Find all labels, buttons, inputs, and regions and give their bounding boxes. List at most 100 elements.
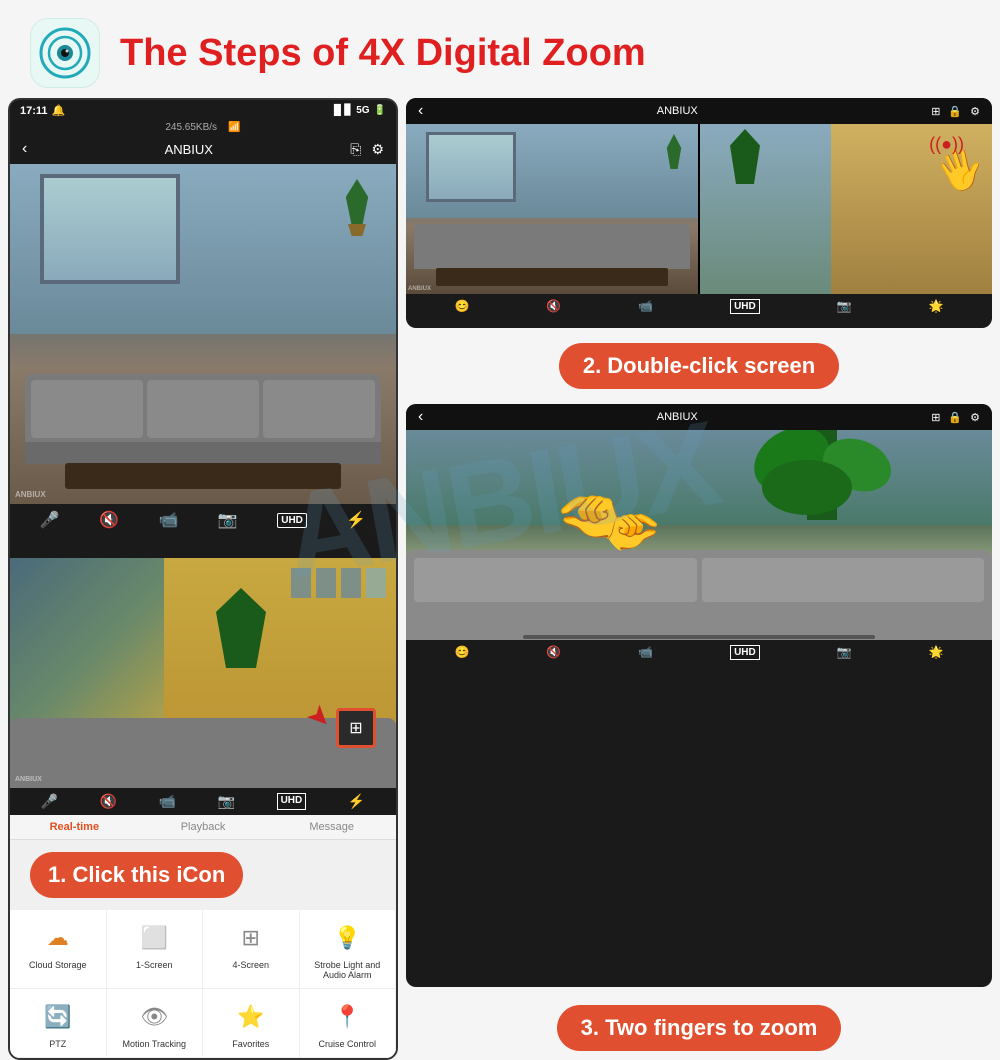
pinch-hand-2: 🤏 (602, 501, 666, 563)
lightning-icon-2[interactable]: ⚡ (348, 793, 365, 810)
four-screen-label: 4-Screen (232, 960, 269, 970)
zoomed-actions: ⊞ 🔒 ⚙ (931, 411, 980, 424)
phone-second-view: ⊞ ➤ ANBIUX 🎤 🔇 📹 📷 UHD ⚡ (8, 558, 398, 815)
left-sofa (414, 224, 690, 269)
grid-icon-zoom[interactable]: ⊞ (931, 411, 940, 424)
back-icon[interactable]: ‹ (22, 140, 27, 158)
brightness-zoom[interactable]: 🌟 (929, 645, 944, 660)
bell-icon: 🔔 (52, 104, 66, 117)
plant-pot (348, 224, 366, 236)
uhd-ctrl[interactable]: UHD (730, 299, 760, 314)
battery-indicator: 🔋 (374, 105, 386, 116)
mic-icon[interactable]: 🎤 (40, 510, 60, 530)
zoom-sofa-cushions (406, 550, 992, 610)
dual-right-view: 🖐 ((●)) (700, 124, 992, 294)
tab-playback[interactable]: Playback (139, 819, 268, 835)
grid-item-favorites[interactable]: ⭐ Favorites (203, 989, 300, 1058)
photo-icon-2[interactable]: 📷 (218, 793, 235, 810)
uhd-button[interactable]: UHD (277, 513, 307, 528)
grid-item-4screen[interactable]: ⊞ 4-Screen (203, 910, 300, 989)
camera-controls: 🎤 🔇 📹 📷 UHD ⚡ (10, 504, 396, 536)
face-icon-zoom[interactable]: 😊 (454, 645, 469, 660)
zoomed-title: ANBIUX (657, 411, 698, 423)
grid-item-ptz[interactable]: 🔄 PTZ (10, 989, 107, 1058)
status-right: ▐▌▊ 5G 🔋 (330, 105, 386, 116)
left-column: 17:11 🔔 ▐▌▊ 5G 🔋 245.65KB/s 📶 ‹ ANBIUX ⎘ (8, 98, 398, 1060)
face-icon-ctrl[interactable]: 😊 (454, 299, 469, 314)
status-left: 17:11 🔔 (20, 104, 65, 117)
window (40, 174, 180, 284)
strobe-label: Strobe Light and Audio Alarm (304, 960, 392, 980)
grid-icon-dual[interactable]: ⊞ (931, 105, 940, 118)
settings-icon-zoom[interactable]: ⚙ (970, 411, 980, 424)
wifi-icon: 📶 (228, 122, 240, 133)
plant-leaves (343, 179, 371, 224)
lightning-icon[interactable]: ⚡ (346, 510, 366, 530)
phone-header-bar: ‹ ANBIUX ⎘ ⚙ (10, 134, 396, 164)
grid-item-motion[interactable]: 👁 Motion Tracking (107, 989, 204, 1058)
photo-ctrl[interactable]: 📷 (837, 299, 852, 314)
mute-zoom[interactable]: 🔇 (546, 645, 561, 660)
app-drawer: Real-time Playback Message 1. Click this… (8, 815, 398, 1060)
tab-realtime[interactable]: Real-time (10, 819, 139, 835)
highlighted-icon-box[interactable]: ⊞ (336, 708, 376, 748)
uhd-zoom[interactable]: UHD (730, 645, 760, 660)
header-actions: ⎘ ⚙ (350, 141, 384, 158)
ptz-icon: 🔄 (40, 999, 76, 1035)
record-icon[interactable]: 📹 (158, 510, 178, 530)
dual-view: ‹ ANBIUX ⊞ 🔒 ⚙ ANBIUX (406, 98, 992, 328)
network-type: 5G (356, 105, 369, 116)
dual-content: ANBIUX 🖐 ((●)) (406, 124, 992, 294)
app-tab-bar[interactable]: Real-time Playback Message (10, 815, 396, 840)
lock-icon-dual[interactable]: 🔒 (948, 105, 962, 118)
status-bar: 17:11 🔔 ▐▌▊ 5G 🔋 (10, 100, 396, 121)
mute-ctrl[interactable]: 🔇 (546, 299, 561, 314)
grid-item-strobe[interactable]: 💡 Strobe Light and Audio Alarm (300, 910, 397, 989)
tab-message[interactable]: Message (267, 819, 396, 835)
step3-label: 3. Two fingers to zoom (557, 1005, 842, 1051)
grid-item-cruise[interactable]: 📍 Cruise Control (300, 989, 397, 1058)
sofa-cushions (25, 374, 381, 444)
mute-icon[interactable]: 🔇 (99, 510, 119, 530)
mute-icon-2[interactable]: 🔇 (100, 793, 117, 810)
photo-zoom[interactable]: 📷 (837, 645, 852, 660)
window-4 (366, 568, 386, 598)
camera-title: ANBIUX (165, 142, 213, 157)
settings-icon-dual[interactable]: ⚙ (970, 105, 980, 118)
window-1 (291, 568, 311, 598)
photo-icon[interactable]: 📷 (218, 510, 238, 530)
grid-item-cloud-storage[interactable]: ☁ Cloud Storage (10, 910, 107, 989)
share-icon[interactable]: ⎘ (350, 141, 361, 158)
settings-icon[interactable]: ⚙ (371, 141, 384, 158)
record-icon-2[interactable]: 📹 (159, 793, 176, 810)
lock-icon-zoom[interactable]: 🔒 (948, 411, 962, 424)
record-zoom[interactable]: 📹 (638, 645, 653, 660)
leaf-3 (762, 460, 852, 515)
uhd-button-2[interactable]: UHD (277, 793, 307, 810)
page-title: The Steps of 4X Digital Zoom (120, 32, 646, 75)
zoom-cushion-2 (702, 558, 985, 602)
favorites-icon: ⭐ (233, 999, 269, 1035)
cloud-storage-icon: ☁ (40, 920, 76, 956)
mic-icon-2[interactable]: 🎤 (41, 793, 58, 810)
cushion-1 (31, 380, 143, 438)
zoomed-view: ‹ ANBIUX ⊞ 🔒 ⚙ (406, 404, 992, 987)
back-icon-dual[interactable]: ‹ (418, 102, 423, 120)
zoom-sofa (406, 550, 992, 640)
zoomed-camera-view: ⊞ ➤ ANBIUX (10, 558, 396, 788)
click-label-container: 1. Click this iCon (10, 840, 396, 910)
grid-item-1screen[interactable]: ⬜ 1-Screen (107, 910, 204, 989)
dual-view-title: ANBIUX (657, 105, 698, 117)
zoomed-bottom-bar: 😊 🔇 📹 UHD 📷 🌟 (406, 640, 992, 665)
cloud-storage-label: Cloud Storage (29, 960, 87, 970)
tap-indicator: ((●)) (929, 134, 964, 155)
click-label: 1. Click this iCon (30, 852, 243, 898)
cruise-icon: 📍 (329, 999, 365, 1035)
sofa-seat (25, 442, 381, 464)
dual-bottom-bar: 😊 🔇 📹 UHD 📷 🌟 (406, 294, 992, 319)
back-icon-zoom[interactable]: ‹ (418, 408, 423, 426)
brightness-ctrl[interactable]: 🌟 (929, 299, 944, 314)
favorites-label: Favorites (232, 1039, 269, 1049)
left-watermark: ANBIUX (408, 286, 431, 292)
record-ctrl[interactable]: 📹 (638, 299, 653, 314)
